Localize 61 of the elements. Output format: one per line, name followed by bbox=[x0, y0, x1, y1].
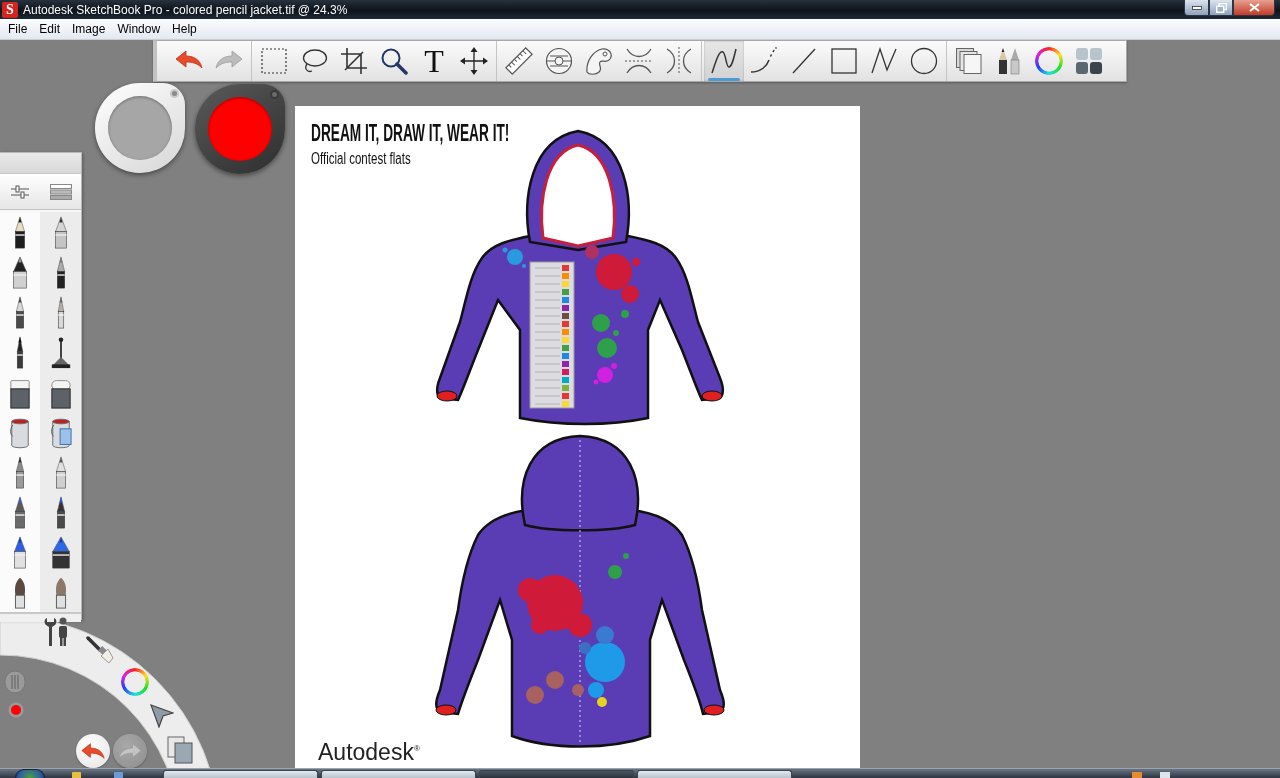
lasso-icon bbox=[300, 47, 328, 75]
line-icon bbox=[790, 47, 818, 75]
canvas-headline: DREAM IT, DRAW IT, WEAR IT! bbox=[311, 120, 510, 146]
text-tool-button[interactable]: T bbox=[414, 41, 454, 81]
minimize-icon bbox=[1191, 5, 1202, 10]
puck-notch-icon bbox=[170, 89, 179, 98]
minimize-button[interactable] bbox=[1184, 0, 1209, 16]
four-way-arrow-icon bbox=[460, 47, 488, 75]
curve-icon bbox=[750, 47, 778, 75]
airbrush-icon bbox=[49, 335, 72, 369]
arrow-cursor-icon[interactable] bbox=[150, 704, 174, 728]
redo-button[interactable] bbox=[113, 734, 147, 768]
color-wheel-icon bbox=[1035, 47, 1063, 75]
marker-icon bbox=[49, 535, 72, 569]
taskbar-button[interactable] bbox=[163, 770, 318, 778]
start-button[interactable] bbox=[15, 769, 45, 778]
curved-arrow-icon bbox=[118, 742, 142, 760]
color-puck[interactable] bbox=[95, 83, 185, 173]
freehand-stroke-icon bbox=[710, 47, 738, 75]
taskbar-button[interactable] bbox=[321, 770, 476, 778]
french-curve-icon bbox=[585, 47, 613, 75]
square-icon bbox=[830, 47, 858, 75]
wrench-and-figure-icon[interactable] bbox=[44, 617, 70, 647]
crop-icon bbox=[340, 47, 368, 75]
restore-icon bbox=[1215, 2, 1227, 13]
stacked-pages-icon[interactable] bbox=[167, 736, 193, 764]
window-title: Autodesk SketchBook Pro - colored pencil jacket.tif @ 24.3% bbox=[23, 2, 348, 17]
menu-item[interactable]: File bbox=[2, 22, 34, 36]
horizontal-symmetry-icon bbox=[625, 47, 653, 75]
restore-button[interactable] bbox=[1209, 0, 1233, 16]
menu-item[interactable]: Help bbox=[166, 22, 203, 36]
freehand-tool-button[interactable] bbox=[704, 41, 744, 81]
canvas-subtitle: Official contest flats bbox=[311, 150, 411, 168]
puck-notch-icon bbox=[270, 90, 279, 99]
paintbrush-icon[interactable] bbox=[86, 636, 114, 664]
dashed-square-icon bbox=[260, 47, 288, 75]
vertical-symmetry-icon bbox=[665, 47, 693, 75]
app-logo: S bbox=[2, 1, 18, 18]
four-squares-icon bbox=[1075, 47, 1103, 75]
logo-text: Autodesk$^{®}$ bbox=[318, 737, 420, 765]
circle-template-icon bbox=[545, 47, 573, 75]
brush-button[interactable] bbox=[0, 212, 40, 252]
sliders-icon bbox=[11, 184, 30, 199]
brush-button[interactable] bbox=[0, 372, 40, 412]
curved-arrow-icon bbox=[81, 742, 105, 760]
magnifier-icon bbox=[380, 47, 408, 75]
brush-button[interactable] bbox=[0, 572, 40, 612]
taskbar-button[interactable] bbox=[637, 770, 792, 778]
menu-item[interactable]: Image bbox=[66, 22, 112, 36]
menu-item[interactable]: Edit bbox=[33, 22, 67, 36]
zigzag-line-icon bbox=[870, 47, 898, 75]
palette-grip[interactable] bbox=[0, 612, 81, 622]
stacked-pages-icon bbox=[955, 47, 983, 75]
circle-icon bbox=[910, 47, 938, 75]
close-icon bbox=[1248, 3, 1260, 12]
undo-button[interactable] bbox=[76, 734, 110, 768]
close-button[interactable] bbox=[1233, 0, 1275, 16]
menu-item[interactable]: Window bbox=[111, 22, 167, 36]
color-puck[interactable] bbox=[195, 84, 285, 174]
color-dot-icon[interactable] bbox=[8, 702, 24, 718]
stacked-bars-icon bbox=[49, 183, 72, 200]
